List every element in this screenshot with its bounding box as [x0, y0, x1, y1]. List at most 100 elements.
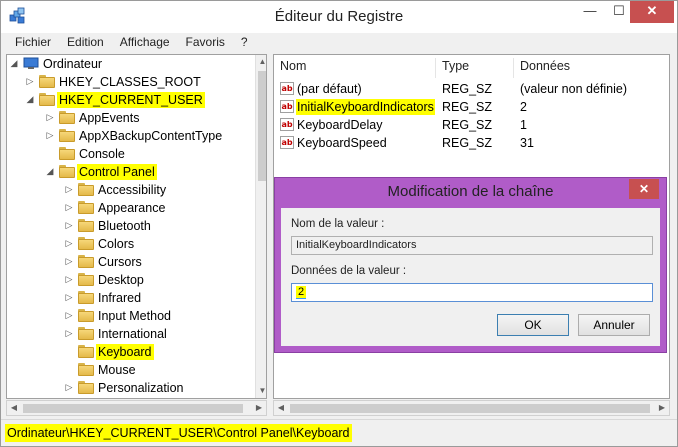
list-item[interactable]: ab KeyboardDelay REG_SZ 1 — [274, 116, 669, 134]
menu-help[interactable]: ? — [233, 33, 256, 53]
tree-node-label[interactable]: Ordinateur — [41, 56, 104, 72]
tree-node[interactable]: ▷ Accessibility — [7, 181, 257, 199]
cancel-button[interactable]: Annuler — [578, 314, 650, 336]
expand-arrow-icon[interactable]: ▷ — [25, 76, 35, 88]
expand-arrow-icon[interactable]: ▷ — [64, 256, 74, 268]
tree-node-label[interactable]: Console — [77, 146, 127, 162]
column-header-nom[interactable]: Nom — [274, 58, 436, 78]
tree-node-label[interactable]: AppXBackupContentType — [77, 128, 224, 144]
collapse-arrow-icon[interactable]: ◢ — [9, 58, 19, 70]
edit-string-dialog: Modification de la chaîne ✕ Nom de la va… — [274, 177, 667, 353]
tree-hscroll-thumb[interactable] — [23, 404, 243, 413]
column-header-donnees[interactable]: Données — [514, 58, 669, 78]
folder-icon — [78, 237, 94, 250]
list-item[interactable]: ab InitialKeyboardIndicators REG_SZ 2 — [274, 98, 669, 116]
tree-node-label[interactable]: Personalization — [96, 380, 185, 396]
tree-node[interactable]: ▷ Desktop — [7, 271, 257, 289]
tree-node[interactable]: ▷ Colors — [7, 235, 257, 253]
menu-fichier[interactable]: Fichier — [7, 33, 59, 53]
tree-node-label[interactable]: Cursors — [96, 254, 144, 270]
tree-node[interactable]: Keyboard — [7, 343, 257, 361]
tree-node[interactable]: ▷ Cursors — [7, 253, 257, 271]
expand-arrow-icon[interactable]: ▷ — [64, 328, 74, 340]
collapse-arrow-icon[interactable]: ◢ — [45, 166, 55, 178]
expand-arrow-icon[interactable]: ▷ — [64, 274, 74, 286]
tree-node[interactable]: ▷ Personalization — [7, 379, 257, 397]
tree-node-label[interactable]: Appearance — [96, 200, 167, 216]
tree-node-label[interactable]: Keyboard — [96, 344, 154, 360]
list-hscroll-thumb[interactable] — [290, 404, 650, 413]
registry-tree[interactable]: ◢ Ordinateur ▷ HKEY_CLASSES_ROOT ◢ HKEY_CURRE… — [6, 54, 267, 399]
value-name[interactable]: (par défaut) — [296, 81, 363, 97]
expand-arrow-icon[interactable]: ▷ — [64, 202, 74, 214]
expand-arrow-icon[interactable]: ▷ — [64, 292, 74, 304]
string-value-icon: ab — [280, 118, 294, 131]
tree-node[interactable]: ▷ Input Method — [7, 307, 257, 325]
scroll-down-arrow-icon[interactable]: ▼ — [256, 384, 266, 398]
tree-node-label[interactable]: Control Panel — [77, 164, 157, 180]
tree-node-label[interactable]: Accessibility — [96, 182, 168, 198]
tree-vertical-scrollbar[interactable]: ▲ ▼ — [255, 55, 266, 398]
value-name-field: InitialKeyboardIndicators — [291, 236, 653, 255]
scroll-right-arrow-icon[interactable]: ▶ — [655, 401, 669, 415]
collapse-arrow-icon[interactable]: ◢ — [25, 94, 35, 106]
value-type: REG_SZ — [442, 100, 493, 114]
tree-node-root[interactable]: ◢ Ordinateur — [7, 55, 257, 73]
value-name[interactable]: KeyboardSpeed — [296, 135, 388, 151]
minimize-button[interactable]: — — [576, 1, 604, 23]
expand-arrow-icon[interactable]: ▷ — [64, 382, 74, 394]
tree-node[interactable]: Console — [7, 145, 257, 163]
folder-icon — [78, 327, 94, 340]
tree-node-label[interactable]: HKEY_CURRENT_USER — [57, 92, 205, 108]
tree-node[interactable]: ▷ Infrared — [7, 289, 257, 307]
folder-icon — [78, 201, 94, 214]
menu-affichage[interactable]: Affichage — [112, 33, 178, 53]
expand-arrow-icon[interactable]: ▷ — [64, 310, 74, 322]
tree-node[interactable]: ▷ HKEY_CLASSES_ROOT — [7, 73, 257, 91]
scroll-right-arrow-icon[interactable]: ▶ — [252, 401, 266, 415]
tree-horizontal-scrollbar[interactable]: ◀ ▶ — [6, 400, 267, 416]
dialog-close-button[interactable]: ✕ — [629, 179, 659, 199]
tree-node[interactable]: ▷ Appearance — [7, 199, 257, 217]
value-name[interactable]: InitialKeyboardIndicators — [296, 99, 435, 115]
list-horizontal-scrollbar[interactable]: ◀ ▶ — [273, 400, 670, 416]
list-item[interactable]: ab (par défaut) REG_SZ (valeur non définie) — [274, 80, 669, 98]
expand-arrow-icon[interactable]: ▷ — [64, 238, 74, 250]
tree-node[interactable]: ▷ International — [7, 325, 257, 343]
column-header-type[interactable]: Type — [436, 58, 514, 78]
ok-button[interactable]: OK — [497, 314, 569, 336]
tree-node-label[interactable]: HKEY_CLASSES_ROOT — [57, 74, 203, 90]
tree-node[interactable]: ◢ Control Panel — [7, 163, 257, 181]
value-name[interactable]: KeyboardDelay — [296, 117, 383, 133]
tree-node-label[interactable]: International — [96, 326, 169, 342]
tree-node[interactable]: ▷ AppXBackupContentType — [7, 127, 257, 145]
value-type: REG_SZ — [442, 118, 493, 132]
tree-node[interactable]: ◢ HKEY_CURRENT_USER — [7, 91, 257, 109]
expand-arrow-icon[interactable]: ▷ — [45, 130, 55, 142]
tree-node-label[interactable]: Mouse — [96, 362, 138, 378]
tree-node[interactable]: ▷ AppEvents — [7, 109, 257, 127]
scroll-left-arrow-icon[interactable]: ◀ — [7, 401, 21, 415]
value-data-text[interactable]: 2 — [296, 286, 307, 299]
tree-node-label[interactable]: Bluetooth — [96, 218, 153, 234]
menu-edition[interactable]: Edition — [59, 33, 112, 53]
value-data-input[interactable]: 2 — [291, 283, 653, 302]
tree-node[interactable]: Mouse — [7, 361, 257, 379]
tree-node[interactable]: ▷ Bluetooth — [7, 217, 257, 235]
close-button[interactable]: ✕ — [630, 1, 674, 23]
folder-icon — [59, 147, 75, 160]
menu-favoris[interactable]: Favoris — [178, 33, 233, 53]
tree-node-label[interactable]: Infrared — [96, 290, 143, 306]
tree-node-label[interactable]: Input Method — [96, 308, 173, 324]
tree-node-label[interactable]: Desktop — [96, 272, 146, 288]
expand-arrow-icon[interactable]: ▷ — [64, 220, 74, 232]
scroll-left-arrow-icon[interactable]: ◀ — [274, 401, 288, 415]
tree-scroll-thumb[interactable] — [258, 71, 266, 181]
expand-arrow-icon[interactable]: ▷ — [64, 184, 74, 196]
list-item[interactable]: ab KeyboardSpeed REG_SZ 31 — [274, 134, 669, 152]
tree-node-label[interactable]: AppEvents — [77, 110, 141, 126]
maximize-button[interactable]: ☐ — [605, 1, 633, 23]
scroll-up-arrow-icon[interactable]: ▲ — [256, 55, 266, 69]
expand-arrow-icon[interactable]: ▷ — [45, 112, 55, 124]
tree-node-label[interactable]: Colors — [96, 236, 136, 252]
